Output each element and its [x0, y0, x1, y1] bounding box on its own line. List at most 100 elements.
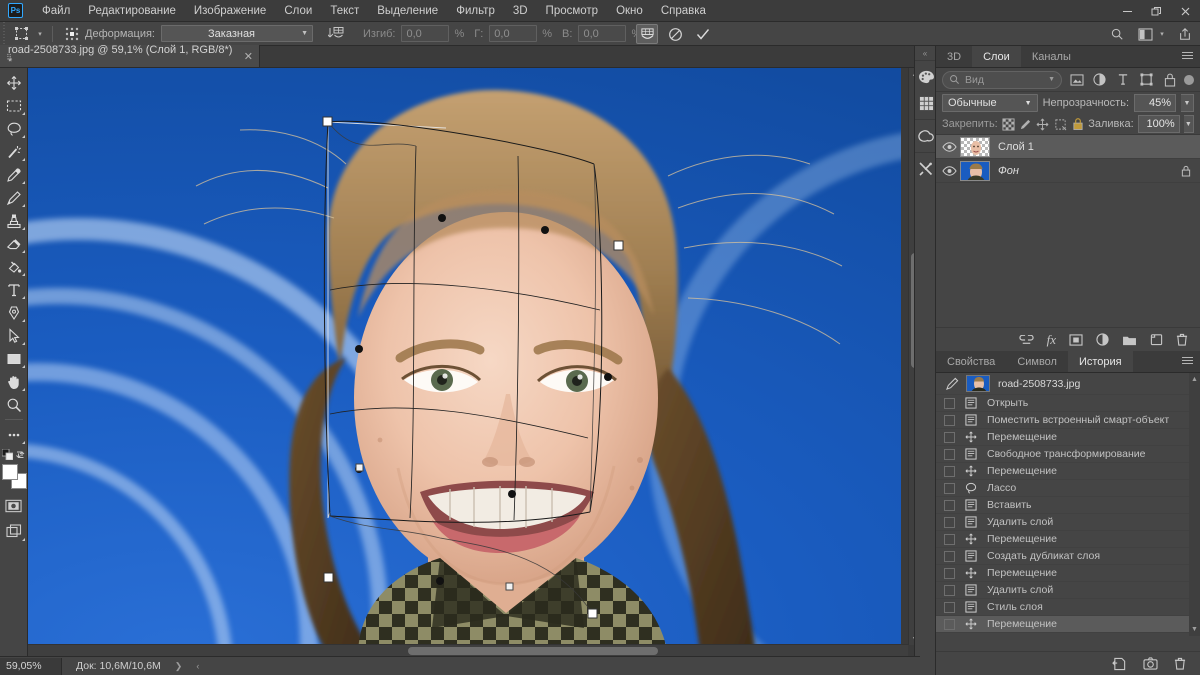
- history-brush-checkbox[interactable]: [944, 533, 955, 545]
- status-collapse-icon[interactable]: ‹: [196, 661, 199, 671]
- warp-preset-select[interactable]: Заказная ▼: [161, 25, 313, 42]
- layer-name[interactable]: Слой 1: [998, 141, 1034, 153]
- tab-слои[interactable]: Слои: [972, 46, 1021, 67]
- filter-smartobject-icon[interactable]: [1161, 71, 1178, 89]
- quick-mask-button[interactable]: [1, 494, 27, 517]
- tab-история[interactable]: История: [1067, 351, 1133, 372]
- lock-position-icon[interactable]: [1036, 116, 1049, 133]
- tools-settings-icon[interactable]: [915, 156, 937, 182]
- menu-item-1[interactable]: Редактирование: [79, 2, 185, 20]
- history-state-row[interactable]: Стиль слоя: [936, 599, 1200, 616]
- history-brush-checkbox[interactable]: [944, 567, 955, 579]
- layer-row[interactable]: Слой 1: [936, 135, 1200, 159]
- color-swatches[interactable]: [1, 463, 27, 489]
- lock-transparency-icon[interactable]: [1002, 116, 1015, 133]
- link-layers-icon[interactable]: [1018, 334, 1034, 345]
- lasso-tool[interactable]: [1, 117, 27, 140]
- history-state-row[interactable]: Удалить слой: [936, 514, 1200, 531]
- delete-state-icon[interactable]: [1174, 657, 1186, 670]
- history-snapshot-row[interactable]: road-2508733.jpg: [936, 373, 1200, 395]
- eyedropper-tool[interactable]: [1, 163, 27, 186]
- history-brush-checkbox[interactable]: [944, 550, 955, 562]
- warp-orientation-icon[interactable]: [323, 24, 349, 44]
- close-button[interactable]: [1171, 0, 1200, 22]
- horizontal-scroll-thumb[interactable]: [408, 647, 658, 655]
- history-brush-checkbox[interactable]: [944, 414, 955, 426]
- type-tool[interactable]: [1, 278, 27, 301]
- opacity-stepper[interactable]: ▼: [1181, 94, 1194, 112]
- menu-item-8[interactable]: Просмотр: [537, 2, 608, 20]
- history-brush-checkbox[interactable]: [944, 584, 955, 596]
- menu-item-10[interactable]: Справка: [652, 2, 715, 20]
- new-layer-icon[interactable]: [1150, 333, 1163, 346]
- grid-panel-icon[interactable]: [915, 90, 937, 116]
- vertical-input[interactable]: 0,0: [578, 25, 627, 42]
- history-state-row[interactable]: Перемещение: [936, 565, 1200, 582]
- foreground-color-swatch[interactable]: [1, 464, 18, 480]
- document-tab[interactable]: road-2508733.jpg @ 59,1% (Слой 1, RGB/8*…: [0, 44, 260, 68]
- tool-preset-chevron-icon[interactable]: ▾: [34, 24, 46, 44]
- delete-layer-icon[interactable]: [1176, 333, 1188, 346]
- layer-filter-select[interactable]: Вид ▼: [942, 70, 1062, 89]
- filter-shape-icon[interactable]: [1138, 71, 1155, 89]
- swap-colors-icon[interactable]: [15, 449, 26, 460]
- screen-mode-button[interactable]: [1, 520, 27, 543]
- search-icon[interactable]: [1106, 24, 1128, 44]
- workspace-chevron-icon[interactable]: ▾: [1156, 24, 1168, 44]
- tab-bar-grip[interactable]: ⠿: [2, 50, 16, 64]
- horizontal-input[interactable]: 0,0: [489, 25, 538, 42]
- fill-stepper[interactable]: ▼: [1183, 115, 1195, 133]
- layer-thumbnail[interactable]: [960, 160, 990, 181]
- tab-каналы[interactable]: Каналы: [1021, 46, 1082, 67]
- more-tools[interactable]: [1, 423, 27, 446]
- history-state-row[interactable]: Вставить: [936, 497, 1200, 514]
- restore-button[interactable]: [1142, 0, 1171, 22]
- default-colors-icon[interactable]: [1, 449, 13, 460]
- create-snapshot-icon[interactable]: [1143, 657, 1158, 670]
- path-selection-tool[interactable]: [1, 324, 27, 347]
- add-layer-mask-icon[interactable]: [1069, 333, 1083, 346]
- history-state-row[interactable]: Открыть: [936, 395, 1200, 412]
- tab-свойства[interactable]: Свойства: [936, 351, 1006, 372]
- history-state-row[interactable]: Перемещение: [936, 429, 1200, 446]
- menu-item-4[interactable]: Текст: [321, 2, 368, 20]
- layer-style-fx-icon[interactable]: fx: [1047, 332, 1056, 348]
- canvas-area[interactable]: [28, 68, 920, 656]
- history-brush-checkbox[interactable]: [944, 516, 955, 528]
- move-tool[interactable]: [1, 71, 27, 94]
- history-brush-checkbox[interactable]: [944, 465, 955, 477]
- menu-item-3[interactable]: Слои: [275, 2, 321, 20]
- history-panel-menu-icon[interactable]: [1182, 357, 1193, 366]
- lock-image-icon[interactable]: [1019, 116, 1032, 133]
- lock-artboard-icon[interactable]: [1054, 116, 1067, 133]
- bend-input[interactable]: 0,0: [401, 25, 450, 42]
- history-state-row[interactable]: Свободное трансформирование: [936, 446, 1200, 463]
- options-bar-grip[interactable]: [0, 21, 8, 46]
- shape-tool[interactable]: [1, 347, 27, 370]
- menu-item-0[interactable]: Файл: [33, 2, 79, 20]
- workspace-switcher-icon[interactable]: [1134, 24, 1156, 44]
- history-brush-checkbox[interactable]: [944, 482, 955, 494]
- history-scroll-down-button[interactable]: ▼: [1189, 623, 1200, 636]
- document-image[interactable]: [28, 68, 901, 656]
- filter-pixel-icon[interactable]: [1068, 71, 1085, 89]
- history-brush-checkbox[interactable]: [944, 431, 955, 443]
- close-icon[interactable]: ✕: [244, 50, 253, 63]
- history-brush-checkbox[interactable]: [944, 397, 955, 409]
- tab-символ[interactable]: Символ: [1006, 351, 1068, 372]
- menu-item-9[interactable]: Окно: [607, 2, 652, 20]
- history-state-row[interactable]: Удалить слой: [936, 582, 1200, 599]
- color-swatches-icon[interactable]: [915, 64, 937, 90]
- warp-mesh-overlay[interactable]: [28, 68, 901, 656]
- status-expand-icon[interactable]: ❯: [175, 661, 183, 672]
- menu-item-6[interactable]: Фильтр: [447, 2, 504, 20]
- history-brush-checkbox[interactable]: [944, 618, 955, 630]
- reference-point-grid-icon[interactable]: [59, 24, 85, 44]
- marquee-tool[interactable]: [1, 94, 27, 117]
- pen-tool[interactable]: [1, 301, 27, 324]
- layer-name[interactable]: Фон: [998, 165, 1019, 177]
- minimize-button[interactable]: [1113, 0, 1142, 22]
- share-icon[interactable]: [1174, 24, 1196, 44]
- new-group-icon[interactable]: [1122, 334, 1137, 346]
- layer-visibility-eye-icon[interactable]: [938, 135, 960, 159]
